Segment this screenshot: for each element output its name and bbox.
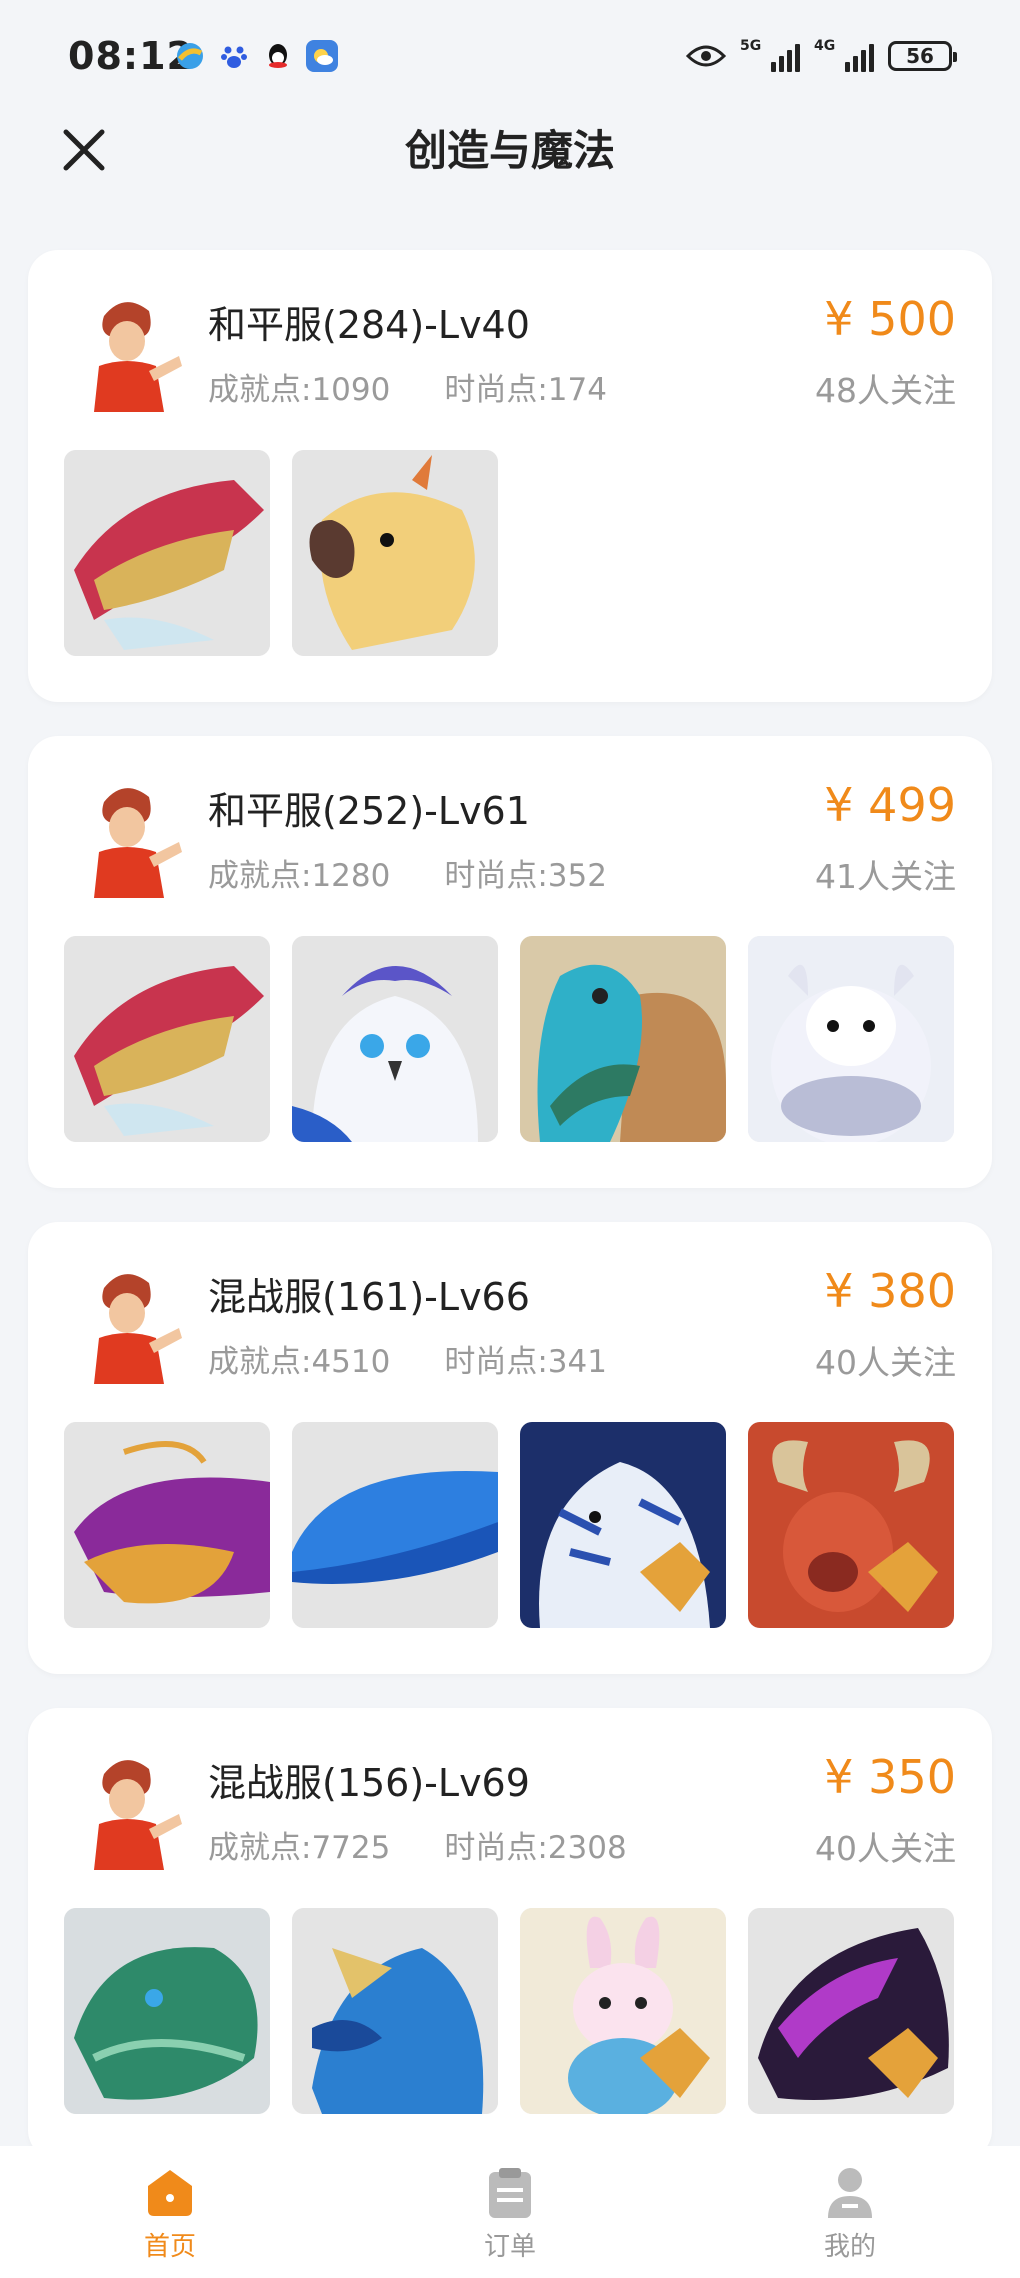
achievement-points: 成就点:1280 — [208, 858, 391, 894]
pet-thumbnail[interactable] — [748, 936, 954, 1142]
user-icon — [828, 2168, 872, 2218]
nav-home[interactable]: 首页 — [0, 2146, 340, 2278]
followers-count: 48人关注 — [815, 371, 956, 410]
pet-thumbnail[interactable] — [292, 450, 498, 656]
listing-list: 和平服(284)-Lv40 成就点:1090 时尚点:174 ¥ 500 48人关… — [28, 250, 992, 2194]
pet-thumbnail[interactable] — [748, 1908, 954, 2114]
qq-app-icon — [262, 40, 294, 72]
pet-thumbnail[interactable] — [292, 1908, 498, 2114]
nav-mine-label: 我的 — [823, 2232, 876, 2262]
pet-thumbnail[interactable] — [520, 936, 726, 1142]
nav-mine[interactable]: 我的 — [680, 2146, 1020, 2278]
account-stats: 成就点:1280 时尚点:352 — [208, 850, 607, 895]
baidu-app-icon — [218, 40, 250, 72]
listing-card[interactable]: 混战服(161)-Lv66 成就点:4510 时尚点:341 ¥ 380 40人关… — [28, 1222, 992, 1674]
nav-orders-label: 订单 — [483, 2232, 536, 2262]
price: ¥ 499 — [824, 778, 956, 832]
pet-thumbnail[interactable] — [292, 1422, 498, 1628]
pet-thumbnail[interactable] — [64, 936, 270, 1142]
browser-app-icon — [174, 40, 206, 72]
pet-thumbnails — [64, 450, 498, 656]
server-level: 和平服(252)-Lv61 — [208, 789, 530, 833]
status-app-icons — [174, 40, 338, 72]
clipboard-icon — [489, 2168, 531, 2218]
achievement-points: 成就点:4510 — [208, 1344, 391, 1380]
character-avatar — [64, 1744, 190, 1870]
pet-thumbnail[interactable] — [520, 1908, 726, 2114]
server-level: 混战服(161)-Lv66 — [208, 1275, 530, 1319]
price: ¥ 380 — [824, 1264, 956, 1318]
character-avatar — [64, 772, 190, 898]
pet-thumbnail[interactable] — [64, 1422, 270, 1628]
status-bar: 08:12 5G 4G 56 — [0, 0, 1020, 118]
listing-card[interactable]: 和平服(284)-Lv40 成就点:1090 时尚点:174 ¥ 500 48人关… — [28, 250, 992, 702]
character-avatar — [64, 1258, 190, 1384]
achievement-points: 成就点:7725 — [208, 1830, 391, 1866]
listing-card[interactable]: 混战服(156)-Lv69 成就点:7725 时尚点:2308 ¥ 350 40人… — [28, 1708, 992, 2160]
server-level: 混战服(156)-Lv69 — [208, 1761, 530, 1805]
pet-thumbnail[interactable] — [64, 450, 270, 656]
nav-orders[interactable]: 订单 — [340, 2146, 680, 2278]
pet-thumbnail[interactable] — [748, 1422, 954, 1628]
pet-thumbnail[interactable] — [520, 1422, 726, 1628]
followers-count: 41人关注 — [815, 857, 956, 896]
price: ¥ 350 — [824, 1750, 956, 1804]
home-icon — [148, 2170, 192, 2216]
app-header: 创造与魔法 — [0, 118, 1020, 218]
page-title: 创造与魔法 — [404, 126, 615, 175]
weather-app-icon — [306, 40, 338, 72]
fashion-points: 时尚点:341 — [444, 1344, 607, 1380]
fashion-points: 时尚点:174 — [444, 372, 607, 408]
bottom-nav: 首页 订单 我的 — [0, 2146, 1020, 2278]
followers-count: 40人关注 — [815, 1829, 956, 1868]
fashion-points: 时尚点:2308 — [444, 1830, 627, 1866]
account-stats: 成就点:1090 时尚点:174 — [208, 364, 607, 409]
price: ¥ 500 — [824, 292, 956, 346]
listing-card[interactable]: 和平服(252)-Lv61 成就点:1280 时尚点:352 ¥ 499 41人关… — [28, 736, 992, 1188]
nav-home-label: 首页 — [143, 2232, 196, 2262]
signal-5g-icon: 5G — [740, 38, 800, 74]
pet-thumbnails — [64, 1422, 954, 1628]
pet-thumbnails — [64, 936, 954, 1142]
signal-4g-icon: 4G — [814, 38, 874, 74]
status-indicators: 5G 4G 56 — [686, 38, 957, 74]
character-avatar — [64, 286, 190, 412]
battery-icon: 56 — [888, 41, 957, 71]
fashion-points: 时尚点:352 — [444, 858, 607, 894]
followers-count: 40人关注 — [815, 1343, 956, 1382]
pet-thumbnails — [64, 1908, 954, 2114]
eye-icon — [686, 45, 726, 67]
pet-thumbnail[interactable] — [64, 1908, 270, 2114]
account-stats: 成就点:7725 时尚点:2308 — [208, 1822, 627, 1867]
server-level: 和平服(284)-Lv40 — [208, 303, 530, 347]
achievement-points: 成就点:1090 — [208, 372, 391, 408]
pet-thumbnail[interactable] — [292, 936, 498, 1142]
account-stats: 成就点:4510 时尚点:341 — [208, 1336, 607, 1381]
